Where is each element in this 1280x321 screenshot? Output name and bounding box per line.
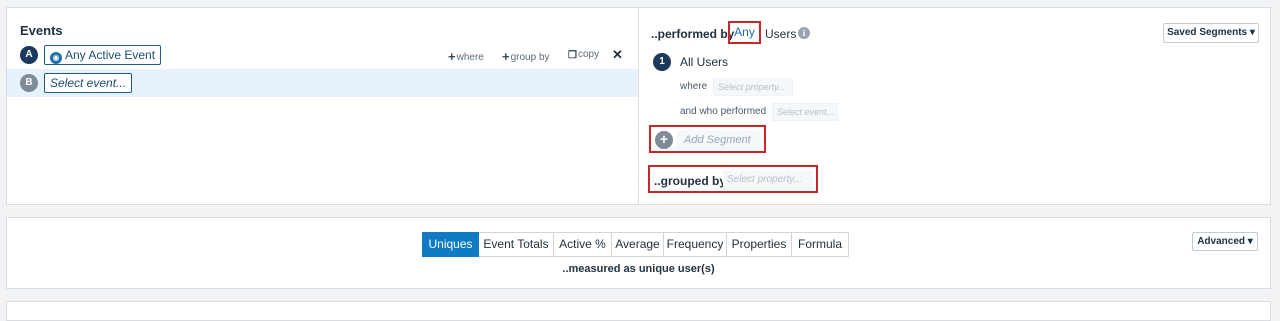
add-where-label: where: [456, 52, 484, 63]
add-where-button[interactable]: +where: [448, 49, 484, 64]
tab-properties[interactable]: Properties: [727, 232, 792, 257]
events-section: Events A ◉ Any Active Event +where +group…: [7, 8, 639, 204]
plus-icon: +: [655, 131, 673, 149]
users-label: Users: [765, 27, 797, 41]
tab-frequency[interactable]: Frequency: [664, 232, 727, 257]
copy-event-button[interactable]: ❐copy: [568, 49, 599, 61]
segment-where-property-input[interactable]: Select property...: [713, 78, 793, 96]
add-group-by-label: group by: [510, 52, 550, 63]
grouped-by-label: ..grouped by: [654, 174, 726, 188]
segment-who-performed-label: and who performed: [680, 106, 767, 117]
metrics-panel: Uniques Event Totals Active % Average Fr…: [6, 217, 1271, 289]
tab-uniques[interactable]: Uniques: [422, 232, 479, 257]
event-row-a: A ◉ Any Active Event +where +group by ❐co…: [7, 41, 638, 69]
metric-tabs: Uniques Event Totals Active % Average Fr…: [422, 232, 849, 257]
event-letter-badge: A: [20, 46, 38, 64]
any-users-toggle[interactable]: Any: [728, 21, 761, 44]
segment-where-label: where: [680, 81, 708, 92]
segment-name[interactable]: All Users: [680, 55, 728, 69]
add-segment-button[interactable]: + Add Segment: [649, 125, 766, 153]
select-event-input[interactable]: Select event...: [44, 73, 133, 93]
query-builder-panel: Events A ◉ Any Active Event +where +group…: [6, 7, 1271, 205]
segment-who-performed-input[interactable]: Select event...: [772, 103, 838, 121]
plus-icon: +: [448, 49, 456, 64]
plus-icon: +: [502, 49, 510, 64]
event-selector-label: Any Active Event: [65, 48, 156, 62]
tab-average[interactable]: Average: [612, 232, 664, 257]
copy-icon: ❐: [568, 50, 577, 61]
grouped-by-property-input[interactable]: Select property...: [723, 170, 813, 190]
segment-number-badge: 1: [653, 53, 671, 71]
event-letter-badge: B: [20, 74, 38, 92]
advanced-button[interactable]: Advanced ▾: [1192, 232, 1258, 251]
saved-segments-button[interactable]: Saved Segments ▾: [1163, 23, 1259, 43]
performed-by-label: ..performed by: [651, 27, 735, 41]
tab-event-totals[interactable]: Event Totals: [479, 232, 554, 257]
info-icon[interactable]: i: [798, 27, 810, 39]
add-segment-label: Add Segment: [677, 130, 761, 150]
events-title: Events: [20, 23, 63, 38]
add-group-by-button[interactable]: +group by: [502, 49, 550, 64]
event-row-b: B Select event...: [7, 69, 638, 97]
segments-section: ..performed by Any Users i Saved Segment…: [639, 8, 1270, 204]
tab-formula[interactable]: Formula: [792, 232, 849, 257]
grouped-by-row: ..grouped by Select property...: [648, 165, 818, 193]
tab-active-percent[interactable]: Active %: [554, 232, 612, 257]
chart-panel: [6, 301, 1271, 321]
copy-label: copy: [577, 49, 600, 60]
globe-icon: ◉: [50, 52, 62, 64]
event-selector[interactable]: ◉ Any Active Event: [44, 45, 162, 65]
measured-as-label: ..measured as unique user(s): [562, 263, 715, 275]
remove-event-icon[interactable]: ✕: [612, 47, 623, 63]
